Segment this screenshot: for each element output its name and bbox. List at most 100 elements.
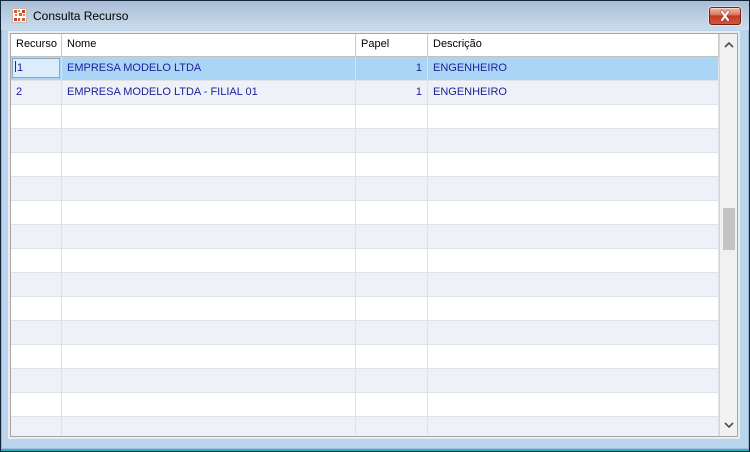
cell-descricao[interactable] <box>428 393 719 416</box>
cell-descricao[interactable] <box>428 297 719 320</box>
table-row-empty[interactable] <box>11 321 719 345</box>
cell-recurso[interactable] <box>11 105 62 128</box>
cell-descricao[interactable] <box>428 345 719 368</box>
column-header-nome[interactable]: Nome <box>62 34 356 56</box>
titlebar[interactable]: Consulta Recurso <box>1 1 749 30</box>
cell-nome[interactable] <box>62 297 356 320</box>
cell-papel[interactable] <box>356 273 428 296</box>
chevron-down-icon <box>723 422 734 428</box>
table-row[interactable]: 1 EMPRESA MODELO LTDA 1 ENGENHEIRO <box>11 57 719 81</box>
scroll-down-button[interactable] <box>720 415 737 435</box>
table-row-empty[interactable] <box>11 297 719 321</box>
cell-recurso[interactable] <box>11 177 62 200</box>
cell-recurso[interactable]: 2 <box>11 81 62 104</box>
cell-recurso[interactable] <box>11 225 62 248</box>
text-caret <box>15 61 16 72</box>
cell-descricao[interactable]: ENGENHEIRO <box>428 57 719 80</box>
cell-nome[interactable] <box>62 417 356 436</box>
cell-papel[interactable] <box>356 225 428 248</box>
scroll-up-button[interactable] <box>720 35 737 55</box>
table-row-empty[interactable] <box>11 105 719 129</box>
close-button[interactable] <box>709 7 741 25</box>
cell-papel[interactable] <box>356 393 428 416</box>
cell-descricao[interactable] <box>428 369 719 392</box>
cell-descricao[interactable] <box>428 249 719 272</box>
table-row-empty[interactable] <box>11 177 719 201</box>
cell-papel[interactable] <box>356 129 428 152</box>
column-header-descricao[interactable]: Descrição <box>428 34 719 56</box>
cell-descricao[interactable] <box>428 177 719 200</box>
cell-recurso[interactable] <box>11 297 62 320</box>
cell-papel[interactable] <box>356 297 428 320</box>
table-row-empty[interactable] <box>11 273 719 297</box>
cell-recurso[interactable] <box>11 321 62 344</box>
inline-edit-cell[interactable]: 1 <box>12 58 60 78</box>
cell-papel[interactable] <box>356 201 428 224</box>
table-row-empty[interactable] <box>11 129 719 153</box>
cell-recurso[interactable] <box>11 417 62 436</box>
cell-papel[interactable] <box>356 177 428 200</box>
vertical-scrollbar[interactable] <box>719 34 737 436</box>
cell-descricao[interactable]: ENGENHEIRO <box>428 81 719 104</box>
cell-recurso[interactable] <box>11 129 62 152</box>
cell-nome[interactable] <box>62 393 356 416</box>
cell-papel[interactable] <box>356 369 428 392</box>
grid-header: Recurso Nome Papel Descrição <box>11 34 719 57</box>
cell-descricao[interactable] <box>428 273 719 296</box>
cell-nome[interactable] <box>62 201 356 224</box>
grid-body: 1 EMPRESA MODELO LTDA 1 ENGENHEIRO 2 EMPRESA … <box>11 57 719 436</box>
table-row-empty[interactable] <box>11 345 719 369</box>
cell-recurso[interactable] <box>11 153 62 176</box>
data-grid: Recurso Nome Papel Descrição 1 EMPRESA MODEL… <box>10 33 738 437</box>
table-row[interactable]: 2 EMPRESA MODELO LTDA - FILIAL 01 1 ENGENHE… <box>11 81 719 105</box>
cell-descricao[interactable] <box>428 321 719 344</box>
cell-nome[interactable]: EMPRESA MODELO LTDA - FILIAL 01 <box>62 81 356 104</box>
cell-recurso[interactable] <box>11 393 62 416</box>
cell-nome[interactable] <box>62 105 356 128</box>
cell-papel[interactable] <box>356 417 428 436</box>
cell-papel[interactable] <box>356 321 428 344</box>
cell-descricao[interactable] <box>428 129 719 152</box>
cell-nome[interactable] <box>62 153 356 176</box>
cell-nome[interactable] <box>62 177 356 200</box>
cell-nome[interactable] <box>62 129 356 152</box>
table-row-empty[interactable] <box>11 417 719 436</box>
cell-nome[interactable] <box>62 345 356 368</box>
bottom-accent-line <box>1 449 749 451</box>
cell-descricao[interactable] <box>428 417 719 436</box>
table-row-empty[interactable] <box>11 369 719 393</box>
cell-descricao[interactable] <box>428 225 719 248</box>
cell-nome[interactable] <box>62 225 356 248</box>
window-consulta-recurso: Consulta Recurso Recurso Nome Papel Descriç… <box>0 0 750 452</box>
cell-recurso[interactable] <box>11 369 62 392</box>
column-header-recurso[interactable]: Recurso <box>11 34 62 56</box>
cell-recurso[interactable] <box>11 345 62 368</box>
table-row-empty[interactable] <box>11 393 719 417</box>
cell-nome[interactable] <box>62 369 356 392</box>
cell-recurso[interactable]: 1 <box>11 57 62 80</box>
cell-papel[interactable] <box>356 345 428 368</box>
cell-papel[interactable]: 1 <box>356 57 428 80</box>
table-row-empty[interactable] <box>11 201 719 225</box>
cell-papel[interactable] <box>356 153 428 176</box>
cell-descricao[interactable] <box>428 105 719 128</box>
table-row-empty[interactable] <box>11 153 719 177</box>
close-icon <box>717 10 733 22</box>
cell-recurso[interactable] <box>11 273 62 296</box>
chevron-up-icon <box>723 42 734 48</box>
cell-descricao[interactable] <box>428 201 719 224</box>
table-row-empty[interactable] <box>11 225 719 249</box>
column-header-papel[interactable]: Papel <box>356 34 428 56</box>
cell-recurso[interactable] <box>11 201 62 224</box>
cell-descricao[interactable] <box>428 153 719 176</box>
cell-papel[interactable] <box>356 105 428 128</box>
cell-nome[interactable] <box>62 321 356 344</box>
cell-nome[interactable]: EMPRESA MODELO LTDA <box>62 57 356 80</box>
scrollbar-thumb[interactable] <box>723 208 735 250</box>
cell-recurso[interactable] <box>11 249 62 272</box>
cell-nome[interactable] <box>62 273 356 296</box>
cell-papel[interactable] <box>356 249 428 272</box>
cell-papel[interactable]: 1 <box>356 81 428 104</box>
table-row-empty[interactable] <box>11 249 719 273</box>
cell-nome[interactable] <box>62 249 356 272</box>
